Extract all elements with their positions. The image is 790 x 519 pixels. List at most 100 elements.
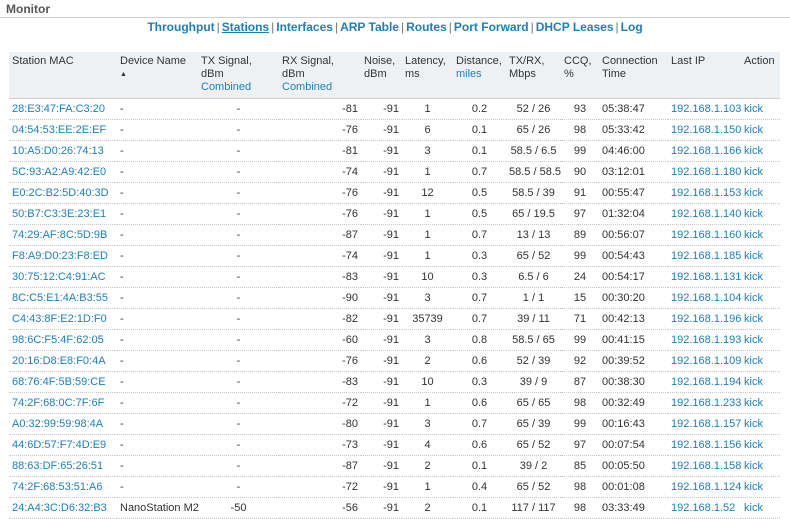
distance-cell: 0.5 [453,182,506,204]
last-ip-link[interactable]: 192.168.1.166 [668,140,741,162]
txrx-cell: 117 / 117 [506,497,561,519]
last-ip-link[interactable]: 192.168.1.193 [668,329,741,351]
col-station-mac[interactable]: Station MAC [9,52,117,99]
kick-link[interactable]: kick [741,161,780,183]
kick-link[interactable]: kick [741,224,780,246]
station-mac-link[interactable]: 28:E3:47:FA:C3:20 [9,98,117,120]
last-ip-link[interactable]: 192.168.1.52 [668,497,741,519]
station-mac-link[interactable]: 68:76:4F:5B:59:CE [9,371,117,393]
device-name-cell: - [117,203,198,225]
kick-link[interactable]: kick [741,140,780,162]
col-connection-time[interactable]: Connection Time [599,52,668,99]
station-mac-link[interactable]: 30:75:12:C4:91:AC [9,266,117,288]
tab-log[interactable]: Log [621,20,643,34]
col-noise[interactable]: Noise, dBm [361,52,402,99]
col-last-ip[interactable]: Last IP [668,52,741,99]
station-mac-link[interactable]: F8:A9:D0:23:F8:ED [9,245,117,267]
kick-link[interactable]: kick [741,266,780,288]
last-ip-link[interactable]: 192.168.1.158 [668,455,741,477]
noise-cell: -91 [361,392,402,414]
last-ip-link[interactable]: 192.168.1.157 [668,413,741,435]
station-mac-link[interactable]: 24:A4:3C:D6:32:B3 [9,497,117,519]
last-ip-link[interactable]: 192.168.1.180 [668,161,741,183]
kick-link[interactable]: kick [741,119,780,141]
station-mac-link[interactable]: 04:54:53:EE:2E:EF [9,119,117,141]
last-ip-link[interactable]: 192.168.1.109 [668,350,741,372]
station-mac-link[interactable]: 74:2F:68:53:51:A6 [9,476,117,498]
station-mac-link[interactable]: 74:29:AF:8C:5D:9B [9,224,117,246]
noise-cell: -91 [361,203,402,225]
station-mac-link[interactable]: C4:43:8F:E2:1D:F0 [9,308,117,330]
last-ip-link[interactable]: 192.168.1.160 [668,224,741,246]
connection-time-cell: 00:56:07 [599,224,668,246]
connection-time-cell: 00:32:49 [599,392,668,414]
tab-interfaces[interactable]: Interfaces [276,20,333,34]
kick-link[interactable]: kick [741,287,780,309]
distance-cell: 0.3 [453,371,506,393]
last-ip-link[interactable]: 192.168.1.156 [668,434,741,456]
col-device-name[interactable]: Device Name ▲ [117,52,198,99]
col-distance[interactable]: Distance, miles [453,52,506,99]
device-name-cell: - [117,224,198,246]
col-ccq[interactable]: CCQ,% [561,52,599,99]
kick-link[interactable]: kick [741,413,780,435]
kick-link[interactable]: kick [741,392,780,414]
last-ip-link[interactable]: 192.168.1.153 [668,182,741,204]
last-ip-link[interactable]: 192.168.1.196 [668,308,741,330]
last-ip-link[interactable]: 192.168.1.233 [668,392,741,414]
kick-link[interactable]: kick [741,371,780,393]
col-txrx[interactable]: TX/RX, Mbps [506,52,561,99]
kick-link[interactable]: kick [741,434,780,456]
kick-link[interactable]: kick [741,350,780,372]
last-ip-link[interactable]: 192.168.1.104 [668,287,741,309]
tab-stations[interactable]: Stations [222,20,269,34]
kick-link[interactable]: kick [741,245,780,267]
kick-link[interactable]: kick [741,182,780,204]
kick-link[interactable]: kick [741,98,780,120]
latency-cell: 1 [402,245,453,267]
last-ip-link[interactable]: 192.168.1.124 [668,476,741,498]
kick-link[interactable]: kick [741,455,780,477]
station-mac-link[interactable]: 20:16:D8:E8:F0:4A [9,350,117,372]
kick-link[interactable]: kick [741,476,780,498]
ccq-cell: 15 [561,287,599,309]
noise-cell: -91 [361,245,402,267]
station-mac-link[interactable]: 50:B7:C3:3E:23:E1 [9,203,117,225]
latency-cell: 1 [402,476,453,498]
last-ip-link[interactable]: 192.168.1.103 [668,98,741,120]
station-mac-link[interactable]: 74:2F:68:0C:7F:6F [9,392,117,414]
txrx-cell: 65 / 26 [506,119,561,141]
connection-time-cell: 00:30:20 [599,287,668,309]
kick-link[interactable]: kick [741,329,780,351]
col-tx-signal[interactable]: TX Signal, dBm Combined [198,52,279,99]
station-mac-link[interactable]: 10:A5:D0:26:74:13 [9,140,117,162]
distance-units-link[interactable]: miles [456,68,482,80]
last-ip-link[interactable]: 192.168.1.150 [668,119,741,141]
tx-combined-link[interactable]: Combined [201,81,251,93]
station-mac-link[interactable]: E0:2C:B2:5D:40:3D [9,182,117,204]
station-mac-link[interactable]: 44:6D:57:F7:4D:E9 [9,434,117,456]
kick-link[interactable]: kick [741,308,780,330]
kick-link[interactable]: kick [741,203,780,225]
last-ip-link[interactable]: 192.168.1.194 [668,371,741,393]
tab-dhcp-leases[interactable]: DHCP Leases [536,20,614,34]
last-ip-link[interactable]: 192.168.1.131 [668,266,741,288]
station-mac-link[interactable]: 5C:93:A2:A9:42:E0 [9,161,117,183]
tx-signal-cell: - [198,266,279,288]
kick-link[interactable]: kick [741,497,780,519]
tab-throughput[interactable]: Throughput [147,20,214,34]
col-rx-signal[interactable]: RX Signal, dBm Combined [279,52,361,99]
rx-combined-link[interactable]: Combined [282,81,332,93]
station-mac-link[interactable]: 88:63:DF:65:26:51 [9,455,117,477]
tab-routes[interactable]: Routes [406,20,447,34]
station-mac-link[interactable]: 8C:C5:E1:4A:B3:55 [9,287,117,309]
latency-cell: 2 [402,350,453,372]
last-ip-link[interactable]: 192.168.1.140 [668,203,741,225]
last-ip-link[interactable]: 192.168.1.185 [668,245,741,267]
tab-port-forward[interactable]: Port Forward [454,20,529,34]
station-mac-link[interactable]: A0:32:99:59:98:4A [9,413,117,435]
tx-signal-cell: - [198,308,279,330]
station-mac-link[interactable]: 98:6C:F5:4F:62:05 [9,329,117,351]
col-latency[interactable]: Latency, ms [402,52,453,99]
tab-arp-table[interactable]: ARP Table [340,20,399,34]
